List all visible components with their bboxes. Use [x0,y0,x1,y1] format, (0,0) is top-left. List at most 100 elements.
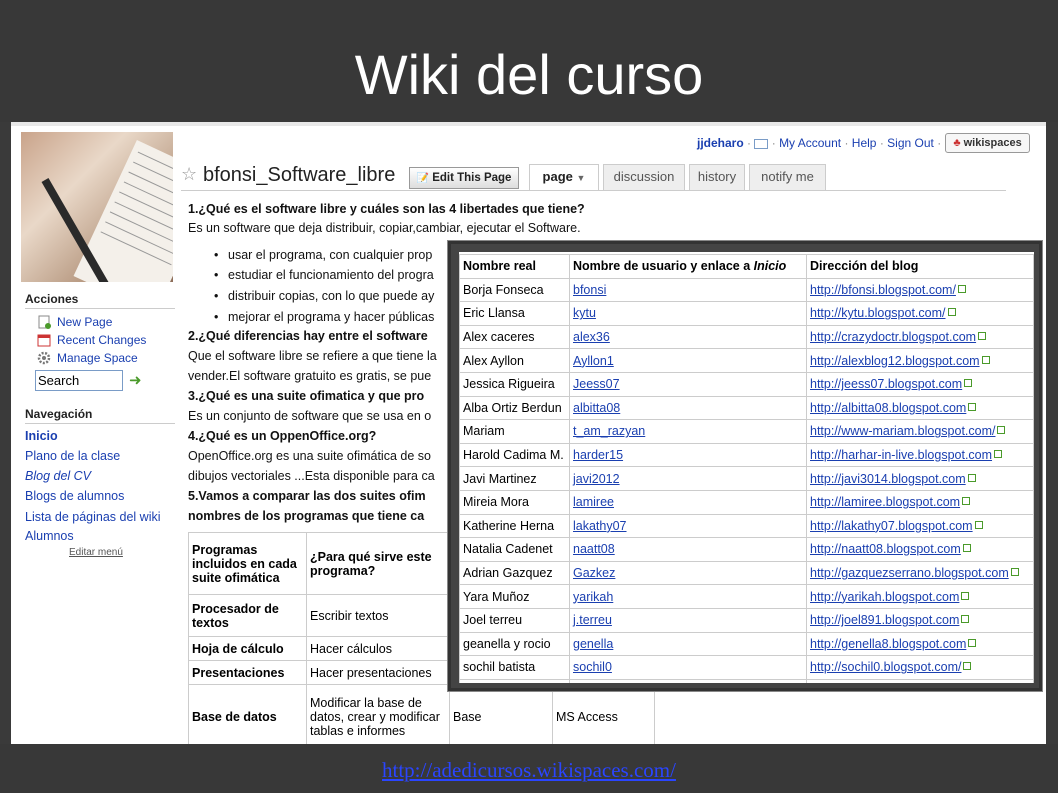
blog-link[interactable]: http://javi3014.blogspot.com [810,472,966,486]
slide-title: Wiki del curso [354,43,704,106]
search-input[interactable] [35,370,123,391]
username-link[interactable]: albitta08 [573,401,620,415]
search-go-icon[interactable]: ➜ [129,373,143,388]
edit-menu-link[interactable]: Editar menú [69,547,123,558]
blog-link[interactable]: http://jeess07.blogspot.com [810,377,962,391]
recent-changes-link[interactable]: Recent Changes [37,333,146,347]
username-cell: harder15 [569,442,807,468]
username-link[interactable]: kytu [573,306,596,320]
nav-lista-paginas[interactable]: Lista de páginas del wiki [25,510,161,524]
blog-cell: http://harhar-in-live.blogspot.com [806,442,1034,468]
nav-alumnos[interactable]: Alumnos [25,529,74,543]
username-link[interactable]: t_am_razyan [573,424,645,438]
manage-space-link[interactable]: Manage Space [37,351,138,365]
table-row: Adrian Gazquez Gazkez http://gazquezserran… [459,560,1034,586]
answer-2: Que el software libre se refiere a que t… [188,349,437,363]
blog-link[interactable]: http://genella8.blogspot.com [810,637,966,651]
username-link[interactable]: Jeess07 [573,377,620,391]
real-name-cell: Alex Ayllon [459,348,570,373]
username-link[interactable]: lakathy07 [573,519,627,533]
username-cell: javi2012 [569,466,807,491]
divider [25,308,175,309]
table-row: Base de datos Modificar la base de datos… [188,684,655,744]
actions-heading: Acciones [25,292,79,306]
my-account-link[interactable]: My Account [779,136,841,150]
username-link[interactable]: naatt08 [573,542,615,556]
username-link[interactable]: Gazkez [573,566,615,580]
blog-link[interactable]: http://alexblog12.blogspot.com [810,354,980,368]
blog-cell: http://bfonsi.blogspot.com/ [806,277,1034,303]
username-cell: t_am_razyan [569,419,807,444]
blog-link[interactable]: http://joel891.blogspot.com [810,613,959,627]
blogs-table-overlay: Nombre real Nombre de usuario y enlace a… [448,241,1042,691]
list-item: estudiar el funcionamiento del progra [214,268,434,282]
blog-link[interactable]: http://sochil0.blogspot.com/ [810,660,961,674]
real-name-cell [459,678,570,683]
username-cell: lamiree [569,489,807,515]
blog-link[interactable]: http://harhar-in-live.blogspot.com [810,448,992,462]
tab-notify-me[interactable]: notify me [749,164,826,190]
blog-link[interactable]: http://lamiree.blogspot.com [810,495,960,509]
username-link[interactable]: lamiree [573,495,614,509]
help-link[interactable]: Help [852,136,877,150]
username-link[interactable]: sochil0 [573,660,612,674]
footer-url-link[interactable]: http://adedicursos.wikispaces.com/ [0,758,1058,783]
mail-icon[interactable] [754,138,769,149]
table-cell: Escribir textos [306,594,450,637]
table-row: Yara Muñoz yarikah http://yarikah.blogspot… [459,584,1034,609]
username-cell: Gazkez [569,560,807,586]
real-name-cell: Yara Muñoz [459,584,570,609]
table-row: Borja Fonseca bfonsi http://bfonsi.blogspo… [459,277,1034,303]
blog-link[interactable]: http://naatt08.blogspot.com [810,542,961,556]
blog-cell: http://genella8.blogspot.com [806,631,1034,657]
tab-history[interactable]: history [689,164,745,190]
sign-out-link[interactable]: Sign Out [887,136,934,150]
username-link[interactable]: harder15 [573,448,623,462]
table-cell: Hacer cálculos [306,636,450,661]
username-link[interactable]: yarikah [573,590,613,604]
username-link[interactable]: Ayllon1 [573,354,614,368]
username-cell: j.terreu [569,607,807,633]
table-row: Mariam t_am_razyan http://www-mariam.blogs… [459,419,1034,444]
blog-link[interactable]: http://gazquezserrano.blogspot.com [810,566,1009,580]
username-link[interactable]: bfonsi [573,283,606,297]
blog-link[interactable]: http://crazydoctr.blogspot.com [810,330,976,344]
blog-cell: http://www-mariam.blogspot.com/ [806,419,1034,444]
nav-inicio[interactable]: Inicio [25,429,58,443]
wikispaces-logo[interactable]: ♣ wikispaces [945,133,1030,153]
real-name-cell: Mireia Mora [459,489,570,515]
edit-page-button[interactable]: 📝 Edit This Page [409,167,519,189]
question-5: 5.Vamos a comparar las dos suites ofim [188,489,426,503]
real-name-cell: geanella y rocio [459,631,570,657]
new-page-link[interactable]: New Page [37,315,112,329]
nav-plano[interactable]: Plano de la clase [25,449,120,463]
real-name-cell: Javi Martinez [459,466,570,491]
username-cell: albitta08 [569,395,807,421]
table-header-row: Nombre real Nombre de usuario y enlace a… [459,254,1034,279]
blog-cell: http://joel891.blogspot.com [806,607,1034,633]
external-link-icon [994,450,1003,459]
real-name-cell: Natalia Cadenet [459,537,570,562]
blog-link[interactable]: http://albitta08.blogspot.com [810,401,966,415]
blog-link[interactable]: http://www-mariam.blogspot.com/ [810,424,995,438]
question-5: nombres de los programas que tiene ca [188,509,425,523]
username-link[interactable]: genella [573,637,613,651]
blog-link[interactable]: http://bfonsi.blogspot.com/ [810,283,956,297]
username-link[interactable]: alex36 [573,330,610,344]
blog-link[interactable]: http://yarikah.blogspot.com [810,590,959,604]
tab-page[interactable]: page ▼ [529,164,599,190]
nav-blogs-alumnos[interactable]: Blogs de alumnos [25,489,124,503]
real-name-cell: Jessica Rigueira [459,371,570,397]
nav-blog-cv[interactable]: Blog del CV [25,469,91,483]
blog-link[interactable]: http://lakathy07.blogspot.com [810,519,973,533]
table-row: Eric Llansa kytu http://kytu.blogspot.com/ [459,301,1034,326]
blog-link[interactable]: http://kytu.blogspot.com/ [810,306,946,320]
external-link-icon [957,284,966,293]
tab-discussion[interactable]: discussion [603,164,685,190]
manage-space-label: Manage Space [57,351,138,365]
username-link[interactable]: javi2012 [573,472,620,486]
username-link[interactable]: jjdeharo [697,136,744,150]
username-link[interactable]: j.terreu [573,613,612,627]
star-icon[interactable]: ☆ [181,164,197,185]
blog-cell: http://javi3014.blogspot.com [806,466,1034,491]
